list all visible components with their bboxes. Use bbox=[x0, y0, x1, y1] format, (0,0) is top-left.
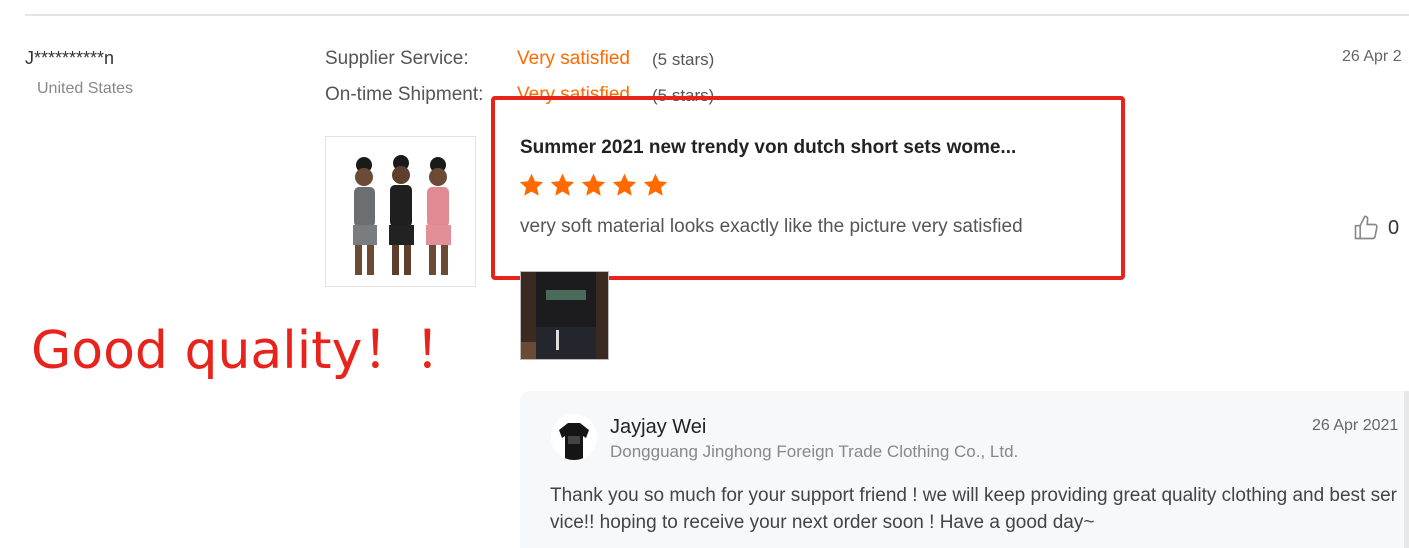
reply-company-name: Dongguang Jinghong Foreign Trade Clothin… bbox=[610, 442, 1019, 461]
like-button[interactable]: 0 bbox=[1352, 214, 1399, 242]
star-icon bbox=[643, 173, 668, 196]
star-icon bbox=[581, 173, 606, 196]
supplier-service-value: Very satisfied bbox=[517, 48, 630, 69]
reply-text: Thank you so much for your support frien… bbox=[550, 485, 1398, 533]
on-time-shipment-label: On-time Shipment: bbox=[325, 84, 484, 105]
review-photo-image bbox=[521, 272, 608, 359]
star-icon bbox=[612, 173, 637, 196]
good-quality-annotation: Good quality！！ bbox=[31, 321, 467, 381]
product-image bbox=[326, 137, 475, 286]
review-photo[interactable] bbox=[520, 271, 609, 360]
supplier-service-label: Supplier Service: bbox=[325, 48, 469, 69]
thumbs-up-icon bbox=[1354, 215, 1378, 240]
product-thumbnail[interactable] bbox=[325, 136, 476, 287]
reviewer-country: United States bbox=[37, 80, 134, 97]
star-icon bbox=[519, 173, 544, 196]
reviewer-name: J**********n bbox=[25, 48, 115, 68]
supplier-service-stars: (5 stars) bbox=[652, 50, 715, 69]
reply-author-name: Jayjay Wei bbox=[610, 416, 707, 438]
review-product-title[interactable]: Summer 2021 new trendy von dutch short s… bbox=[520, 137, 1016, 159]
review-date: 26 Apr 2 bbox=[1342, 48, 1402, 65]
like-count: 0 bbox=[1388, 216, 1400, 239]
reply-date: 26 Apr 2021 bbox=[1312, 417, 1399, 434]
avatar-image bbox=[551, 414, 597, 460]
section-divider bbox=[25, 14, 1409, 16]
avatar bbox=[551, 414, 597, 460]
star-icon bbox=[550, 173, 575, 196]
review-star-rating bbox=[518, 172, 669, 198]
review-text: very soft material looks exactly like th… bbox=[520, 216, 1023, 237]
